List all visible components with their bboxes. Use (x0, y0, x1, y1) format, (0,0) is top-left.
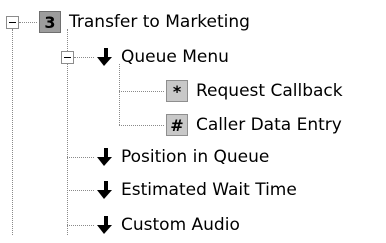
return-arrow-icon (95, 46, 113, 68)
tree-node-caller-data-entry[interactable]: # Caller Data Entry (166, 111, 342, 139)
node-label: Estimated Wait Time (121, 180, 297, 200)
tree-node-queue-menu[interactable]: Queue Menu (95, 43, 229, 71)
tree-node-custom-audio[interactable]: Custom Audio (95, 211, 240, 239)
step-number-badge: 3 (39, 11, 61, 33)
node-label: Queue Menu (121, 47, 229, 67)
hash-key-icon: # (166, 114, 188, 136)
tree-connector-queue-menu (74, 57, 94, 58)
star-key-icon: * (166, 80, 188, 102)
node-label: Position in Queue (121, 147, 270, 167)
tree-node-estimated-wait-time[interactable]: Estimated Wait Time (95, 176, 297, 204)
node-label: Transfer to Marketing (69, 12, 250, 32)
tree-connector-wait-time (67, 190, 94, 191)
call-flow-tree: 3 Transfer to Marketing Queue Menu * Req… (0, 0, 386, 243)
return-arrow-icon (95, 214, 113, 236)
tree-connector-level2-vertical (119, 64, 120, 125)
node-label: Request Callback (196, 81, 343, 101)
tree-connector-request-callback (119, 91, 164, 92)
collapse-queue-menu-button[interactable] (61, 51, 74, 64)
tree-connector-root-vertical (12, 29, 13, 235)
tree-connector-root (19, 22, 37, 23)
collapse-root-button[interactable] (6, 16, 19, 29)
tree-node-position-in-queue[interactable]: Position in Queue (95, 143, 269, 171)
tree-connector-position (67, 157, 94, 158)
tree-node-transfer-to-marketing[interactable]: 3 Transfer to Marketing (39, 8, 250, 36)
tree-node-request-callback[interactable]: * Request Callback (166, 77, 343, 105)
node-label: Custom Audio (121, 215, 240, 235)
node-label: Caller Data Entry (196, 115, 342, 135)
tree-connector-custom-audio (67, 225, 94, 226)
return-arrow-icon (95, 179, 113, 201)
tree-connector-caller-data (119, 125, 164, 126)
return-arrow-icon (95, 146, 113, 168)
